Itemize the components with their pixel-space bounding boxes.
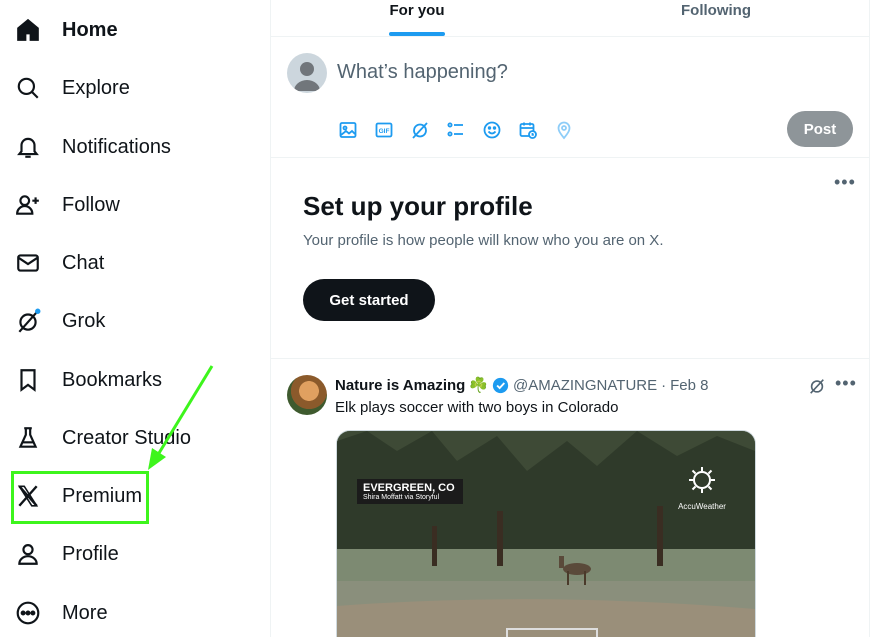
follow-icon — [14, 191, 42, 219]
nav-item-grok[interactable]: Grok — [14, 301, 105, 341]
nav-item-home[interactable]: Home — [14, 10, 118, 50]
nav-label-notifications: Notifications — [62, 135, 171, 158]
tweet-header: Nature is Amazing ☘️ @AMAZINGNATURE · Fe… — [335, 376, 708, 395]
nav-item-creator-studio[interactable]: Creator Studio — [14, 418, 191, 458]
image-icon[interactable] — [338, 120, 358, 140]
nav-item-notifications[interactable]: Notifications — [14, 127, 171, 167]
avatar[interactable] — [287, 375, 327, 415]
nav-item-chat[interactable]: Chat — [14, 243, 104, 283]
compose-input[interactable]: What’s happening? — [337, 61, 508, 84]
svg-text:GIF: GIF — [379, 128, 390, 135]
tweet-card[interactable]: Nature is Amazing ☘️ @AMAZINGNATURE · Fe… — [271, 359, 869, 637]
more-options-icon[interactable]: ••• — [834, 172, 856, 193]
location-icon[interactable] — [554, 120, 574, 140]
home-icon — [14, 16, 42, 44]
default-avatar-icon — [294, 62, 320, 91]
watermark-text: AccuWeather — [678, 502, 726, 511]
nav-label-grok: Grok — [62, 309, 106, 332]
nav-item-profile[interactable]: Profile — [14, 534, 119, 574]
nav-item-explore[interactable]: Explore — [14, 68, 130, 108]
post-button[interactable]: Post — [787, 111, 853, 147]
tweet-author-name[interactable]: Nature is Amazing — [335, 377, 465, 394]
search-icon — [14, 74, 42, 102]
premium-highlight-box — [11, 471, 149, 524]
tab-for-you[interactable]: For you — [271, 0, 563, 36]
mail-icon — [14, 249, 42, 277]
overlay-credit: Shira Moffatt via Storyful — [363, 494, 440, 501]
divider-right — [869, 0, 870, 637]
nav-label-creator-studio: Creator Studio — [62, 426, 191, 449]
tweet-separator: · — [661, 376, 667, 394]
nav-label-home: Home — [62, 18, 118, 41]
setup-description: Your profile is how people will know who… — [303, 232, 664, 249]
sidebar-nav: Home Explore Notifications Follow Chat G… — [0, 0, 270, 637]
nav-label-profile: Profile — [62, 542, 119, 565]
location-overlay: EVERGREEN, CO Shira Moffatt via Storyful — [357, 479, 463, 504]
nav-label-chat: Chat — [62, 251, 105, 274]
tweet-text: Elk plays soccer with two boys in Colora… — [335, 399, 619, 416]
tab-for-you-label: For you — [389, 2, 445, 19]
flask-icon — [14, 424, 42, 452]
nav-label-bookmarks: Bookmarks — [62, 368, 163, 391]
post-composer: What’s happening? GIF Post — [271, 37, 869, 158]
more-options-icon[interactable]: ••• — [835, 373, 857, 394]
emoji-icon[interactable] — [482, 120, 502, 140]
timeline-tabs: For you Following — [271, 0, 869, 37]
nav-item-more[interactable]: More — [14, 593, 108, 633]
tab-following[interactable]: Following — [571, 0, 861, 36]
clover-emoji: ☘️ — [469, 377, 488, 394]
grok-icon[interactable] — [410, 120, 430, 140]
get-started-button[interactable]: Get started — [303, 279, 435, 321]
tweet-video[interactable]: EVERGREEN, CO Shira Moffatt via Storyful… — [336, 430, 756, 637]
overlay-place: EVERGREEN, CO — [363, 482, 455, 494]
sun-icon — [689, 467, 715, 493]
tab-following-label: Following — [681, 2, 751, 19]
schedule-icon[interactable] — [518, 120, 538, 140]
tab-active-indicator — [389, 32, 445, 36]
setup-profile-card: ••• Set up your profile Your profile is … — [271, 158, 869, 359]
poll-icon[interactable] — [446, 120, 466, 140]
nav-item-follow[interactable]: Follow — [14, 185, 120, 225]
bell-icon — [14, 133, 42, 161]
nav-label-follow: Follow — [62, 193, 120, 216]
bookmark-icon — [14, 366, 42, 394]
grok-icon[interactable] — [808, 377, 826, 395]
person-icon — [14, 540, 42, 568]
gif-icon[interactable]: GIF — [374, 120, 394, 140]
more-circle-icon — [14, 599, 42, 627]
setup-title: Set up your profile — [303, 191, 533, 221]
main-timeline: For you Following What’s happening? GIF — [271, 0, 869, 637]
tweet-handle[interactable]: @AMAZINGNATURE — [513, 377, 657, 394]
verified-badge-icon — [492, 377, 509, 393]
nav-label-explore: Explore — [62, 76, 130, 99]
accuweather-watermark: AccuWeather — [672, 465, 732, 511]
elk-video-frame — [337, 431, 755, 637]
tweet-date[interactable]: Feb 8 — [670, 377, 708, 394]
grok-icon — [14, 307, 42, 335]
nav-item-bookmarks[interactable]: Bookmarks — [14, 360, 162, 400]
avatar[interactable] — [287, 53, 327, 93]
nav-label-more: More — [62, 601, 108, 624]
